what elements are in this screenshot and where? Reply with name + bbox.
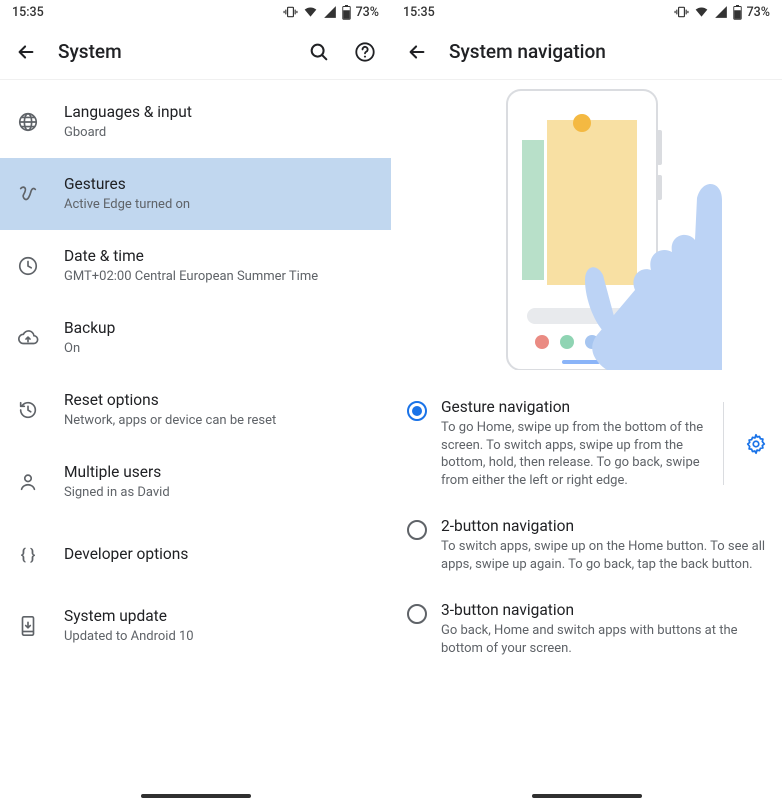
status-icons: 73%: [674, 5, 770, 20]
option-settings-button[interactable]: [742, 430, 770, 458]
braces-icon: { }: [16, 545, 40, 564]
settings-item-users[interactable]: Multiple users Signed in as David: [0, 446, 391, 518]
option-title: 2-button navigation: [441, 517, 770, 535]
nav-option-3button[interactable]: 3-button navigation Go back, Home and sw…: [391, 587, 782, 671]
cell-signal-icon: [323, 5, 337, 19]
gesture-icon: [17, 183, 39, 205]
settings-item-backup[interactable]: Backup On: [0, 302, 391, 374]
vibrate-icon: [674, 5, 689, 19]
radio-2button[interactable]: [407, 520, 427, 540]
navigation-illustration: [391, 80, 782, 370]
clock-icon: [17, 255, 39, 277]
status-icons: 73%: [283, 5, 379, 20]
item-title: Backup: [64, 318, 375, 338]
settings-item-developer[interactable]: { } Developer options: [0, 518, 391, 590]
status-time: 15:35: [403, 5, 435, 20]
item-title: Date & time: [64, 246, 375, 266]
divider: [723, 402, 724, 485]
phone-hand-illustration: [447, 80, 727, 370]
help-icon: [354, 41, 376, 63]
settings-item-languages[interactable]: Languages & input Gboard: [0, 86, 391, 158]
cell-signal-icon: [714, 5, 728, 19]
item-subtitle: Network, apps or device can be reset: [64, 413, 375, 430]
option-desc: Go back, Home and switch apps with butto…: [441, 622, 770, 657]
item-title: Gestures: [64, 174, 375, 194]
nav-option-2button[interactable]: 2-button navigation To switch apps, swip…: [391, 503, 782, 587]
page-title: System: [58, 40, 287, 63]
pane-system: 15:35 73% System Languages & input Gboar…: [0, 0, 391, 802]
status-bar: 15:35 73%: [391, 0, 782, 24]
settings-item-update[interactable]: System update Updated to Android 10: [0, 590, 391, 662]
arrow-back-icon: [406, 41, 428, 63]
item-subtitle: On: [64, 341, 375, 358]
item-title: Reset options: [64, 390, 375, 410]
vibrate-icon: [283, 5, 298, 19]
battery-percent: 73%: [356, 5, 379, 20]
item-subtitle: GMT+02:00 Central European Summer Time: [64, 269, 375, 286]
globe-icon: [17, 111, 39, 133]
system-update-icon: [17, 615, 39, 637]
wifi-icon: [694, 5, 709, 19]
item-subtitle: Active Edge turned on: [64, 197, 375, 214]
restore-icon: [17, 399, 39, 421]
item-title: Multiple users: [64, 462, 375, 482]
battery-icon: [733, 5, 742, 20]
option-desc: To switch apps, swipe up on the Home but…: [441, 538, 770, 573]
status-bar: 15:35 73%: [0, 0, 391, 24]
app-bar-system: System: [0, 24, 391, 80]
settings-item-datetime[interactable]: Date & time GMT+02:00 Central European S…: [0, 230, 391, 302]
battery-icon: [342, 5, 351, 20]
item-subtitle: Signed in as David: [64, 485, 375, 502]
battery-percent: 73%: [747, 5, 770, 20]
back-button[interactable]: [12, 38, 40, 66]
settings-item-gestures[interactable]: Gestures Active Edge turned on: [0, 158, 391, 230]
person-icon: [17, 471, 39, 493]
item-title: Developer options: [64, 544, 375, 564]
gesture-nav-bar[interactable]: [141, 794, 251, 798]
radio-3button[interactable]: [407, 604, 427, 624]
wifi-icon: [303, 5, 318, 19]
settings-item-reset[interactable]: Reset options Network, apps or device ca…: [0, 374, 391, 446]
cloud-upload-icon: [17, 327, 39, 349]
nav-options-list: Gesture navigation To go Home, swipe up …: [391, 370, 782, 671]
gesture-nav-bar[interactable]: [532, 794, 642, 798]
option-desc: To go Home, swipe up from the bottom of …: [441, 419, 705, 489]
search-button[interactable]: [305, 38, 333, 66]
item-subtitle: Updated to Android 10: [64, 629, 375, 646]
item-subtitle: Gboard: [64, 125, 375, 142]
radio-gesture[interactable]: [407, 401, 427, 421]
option-title: 3-button navigation: [441, 601, 770, 619]
item-title: Languages & input: [64, 102, 375, 122]
pane-navigation: 15:35 73% System navigation: [391, 0, 782, 802]
item-title: System update: [64, 606, 375, 626]
option-title: Gesture navigation: [441, 398, 705, 416]
back-button[interactable]: [403, 38, 431, 66]
nav-option-gesture[interactable]: Gesture navigation To go Home, swipe up …: [391, 384, 782, 503]
page-title: System navigation: [449, 40, 770, 63]
arrow-back-icon: [15, 41, 37, 63]
settings-list: Languages & input Gboard Gestures Active…: [0, 80, 391, 662]
help-button[interactable]: [351, 38, 379, 66]
search-icon: [308, 41, 330, 63]
app-bar-navigation: System navigation: [391, 24, 782, 80]
gear-icon: [745, 433, 767, 455]
status-time: 15:35: [12, 5, 44, 20]
